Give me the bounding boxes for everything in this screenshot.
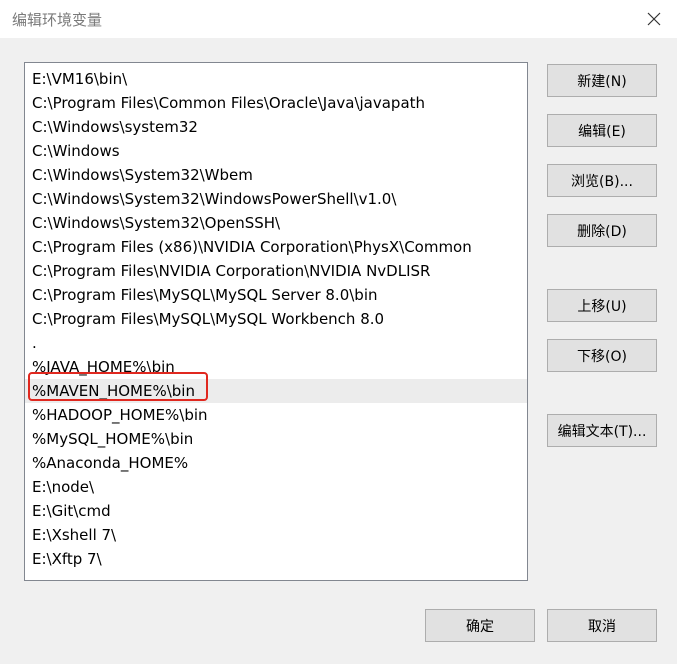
browse-button[interactable]: 浏览(B)... [547,164,657,197]
list-item[interactable]: E:\node\ [25,475,527,499]
window-title: 编辑环境变量 [12,11,103,29]
list-item[interactable]: %JAVA_HOME%\bin [25,355,527,379]
title-bar: 编辑环境变量 [0,0,677,38]
edit-button[interactable]: 编辑(E) [547,114,657,147]
list-item[interactable]: %MAVEN_HOME%\bin [25,379,527,403]
list-item[interactable]: %HADOOP_HOME%\bin [25,403,527,427]
list-item[interactable]: C:\Windows\System32\OpenSSH\ [25,211,527,235]
list-item[interactable]: E:\Xftp 7\ [25,547,527,571]
list-item[interactable]: C:\Windows\System32\WindowsPowerShell\v1… [25,187,527,211]
list-item[interactable]: C:\Program Files\Common Files\Oracle\Jav… [25,91,527,115]
ok-button[interactable]: 确定 [425,609,535,642]
edit-text-button[interactable]: 编辑文本(T)... [547,414,657,447]
list-item[interactable]: E:\Git\cmd [25,499,527,523]
list-item[interactable]: %Anaconda_HOME% [25,451,527,475]
move-down-button[interactable]: 下移(O) [547,339,657,372]
close-icon [647,12,661,26]
list-item[interactable]: . [25,331,527,355]
list-item[interactable]: C:\Program Files\MySQL\MySQL Workbench 8… [25,307,527,331]
list-item[interactable]: C:\Program Files\MySQL\MySQL Server 8.0\… [25,283,527,307]
delete-button[interactable]: 删除(D) [547,214,657,247]
list-item[interactable]: C:\Windows [25,139,527,163]
list-item[interactable]: E:\VM16\bin\ [25,67,527,91]
list-item[interactable]: %MySQL_HOME%\bin [25,427,527,451]
list-item[interactable]: C:\Windows\System32\Wbem [25,163,527,187]
close-button[interactable] [631,0,677,38]
new-button[interactable]: 新建(N) [547,64,657,97]
cancel-button[interactable]: 取消 [547,609,657,642]
list-item[interactable]: C:\Program Files (x86)\NVIDIA Corporatio… [25,235,527,259]
move-up-button[interactable]: 上移(U) [547,289,657,322]
list-item[interactable]: E:\Xshell 7\ [25,523,527,547]
list-item[interactable]: C:\Windows\system32 [25,115,527,139]
list-item[interactable]: C:\Program Files\NVIDIA Corporation\NVID… [25,259,527,283]
path-list[interactable]: E:\VM16\bin\ C:\Program Files\Common File… [24,62,528,581]
